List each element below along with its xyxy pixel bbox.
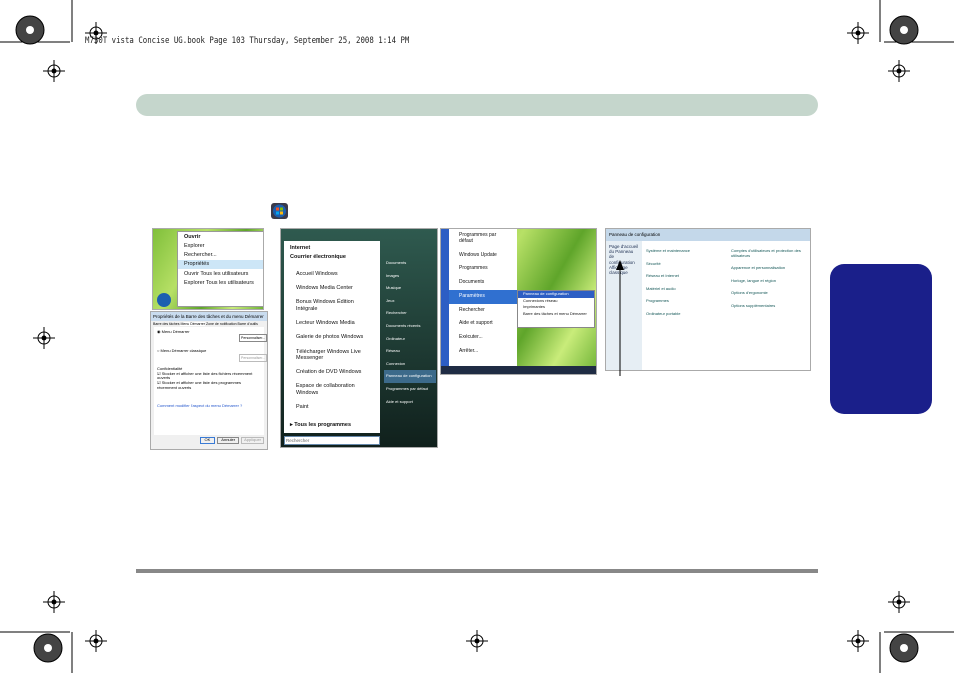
cancel-button[interactable]: Annuler	[217, 437, 240, 444]
context-menu: Ouvrir Explorer Rechercher... Propriétés…	[177, 231, 263, 307]
classic-item-default-programs[interactable]: Programmes par défaut	[449, 229, 517, 249]
tab-start-menu[interactable]: Menu Démarrer	[180, 322, 205, 327]
start-menu-screenshot: Internet Courrier électronique Accueil W…	[280, 228, 438, 448]
checkbox-recent-programs[interactable]: ☑ Stocker et afficher une liste des prog…	[157, 380, 261, 390]
menu-item-properties[interactable]: Propriétés	[178, 259, 263, 270]
submenu-control-panel[interactable]: Panneau de configuration	[518, 291, 594, 298]
start-right-music[interactable]: Musique	[384, 282, 436, 295]
start-item-live-messenger[interactable]: Télécharger Windows Live Messenger	[284, 345, 380, 366]
classic-item-shutdown[interactable]: Arrêter...	[449, 345, 517, 359]
dialog-title: Propriétés de la Barre des tâches et du …	[151, 312, 267, 321]
classic-item-documents[interactable]: Documents	[449, 276, 517, 290]
taskbar-properties-dialog: Propriétés de la Barre des tâches et du …	[150, 311, 268, 450]
start-right-pictures[interactable]: Images	[384, 270, 436, 283]
control-panel-screenshot: Panneau de configuration Page d'accueil …	[605, 228, 811, 371]
start-menu-right-pane: Documents Images Musique Jeux Rechercher…	[384, 257, 436, 408]
menu-item-open[interactable]: Ouvrir	[178, 232, 263, 241]
apply-button[interactable]: Appliquer	[241, 437, 264, 444]
start-right-search[interactable]: Rechercher	[384, 307, 436, 320]
taskbar	[441, 366, 596, 374]
start-item-email[interactable]: Courrier électronique	[284, 252, 380, 261]
cat-hardware[interactable]: Matériel et audio	[646, 283, 726, 296]
footer-rule	[136, 569, 818, 573]
classic-item-windows-update[interactable]: Windows Update	[449, 249, 517, 263]
tab-notification[interactable]: Zone de notification	[206, 322, 237, 326]
classic-item-programs[interactable]: Programmes	[449, 262, 517, 276]
start-right-control-panel[interactable]: Panneau de configuration	[384, 370, 436, 383]
classic-item-help[interactable]: Aide et support	[449, 317, 517, 331]
start-item-photo-gallery[interactable]: Galerie de photos Windows	[284, 330, 380, 344]
cat-users[interactable]: Comptes d'utilisateurs et protection des…	[731, 245, 809, 262]
start-right-games[interactable]: Jeux	[384, 295, 436, 308]
start-right-connect[interactable]: Connexion	[384, 358, 436, 371]
start-item-welcome[interactable]: Accueil Windows	[284, 267, 380, 281]
chapter-tab	[830, 264, 932, 414]
windows-start-icon	[271, 203, 288, 219]
start-item-meeting-space[interactable]: Espace de collaboration Windows	[284, 379, 380, 400]
start-menu-left-pane: Internet Courrier électronique Accueil W…	[284, 241, 380, 433]
control-panel-title: Panneau de configuration	[606, 229, 810, 241]
arrow-up-icon	[616, 260, 624, 376]
start-right-network[interactable]: Réseau	[384, 345, 436, 358]
customize-button-1[interactable]: Personnaliser...	[239, 334, 267, 343]
submenu-network[interactable]: Connexions réseau	[518, 298, 594, 305]
page-header-text: M730T vista Concise UG.book Page 103 Thu…	[85, 36, 410, 46]
cat-appearance[interactable]: Apparence et personnalisation	[731, 262, 809, 275]
settings-submenu: Panneau de configuration Connexions rése…	[517, 290, 595, 328]
menu-item-explore-all-users[interactable]: Explorer Tous les utilisateurs	[178, 279, 263, 288]
control-panel-cats-right: Comptes d'utilisateurs et protection des…	[731, 245, 809, 313]
submenu-printers[interactable]: Imprimantes	[518, 304, 594, 311]
cat-security[interactable]: Sécurité	[646, 258, 726, 271]
menu-item-open-all-users[interactable]: Ouvrir Tous les utilisateurs	[178, 269, 263, 278]
start-search-input[interactable]: Rechercher	[284, 436, 380, 445]
start-item-ultimate-extras[interactable]: Bonus Windows Édition Intégrale	[284, 295, 380, 316]
classic-item-search[interactable]: Rechercher	[449, 304, 517, 318]
classic-start-menu-screenshot: Programmes par défaut Windows Update Pro…	[440, 228, 597, 375]
control-panel-cats-left: Système et maintenance Sécurité Réseau e…	[646, 245, 726, 321]
tab-taskbar[interactable]: Barre des tâches	[153, 322, 179, 326]
classic-item-run[interactable]: Exécuter...	[449, 331, 517, 345]
cat-clock[interactable]: Horloge, langue et région	[731, 275, 809, 288]
vista-brand-strip	[441, 229, 449, 366]
tab-toolbars[interactable]: Barre d'outils	[238, 322, 258, 326]
cat-programs[interactable]: Programmes	[646, 295, 726, 308]
start-right-documents[interactable]: Documents	[384, 257, 436, 270]
start-right-computer[interactable]: Ordinateur	[384, 333, 436, 346]
ok-button[interactable]: OK	[199, 437, 216, 444]
start-item-internet[interactable]: Internet	[284, 243, 380, 252]
help-link[interactable]: Comment modifier l'aspect du menu Démarr…	[157, 404, 261, 409]
start-item-dvd-maker[interactable]: Création de DVD Windows	[284, 365, 380, 379]
start-item-paint[interactable]: Paint	[284, 400, 380, 414]
start-right-default-programs[interactable]: Programmes par défaut	[384, 383, 436, 396]
section-banner	[136, 94, 818, 116]
all-programs[interactable]: ▸ Tous les programmes	[284, 420, 380, 429]
radio-classic-menu[interactable]: ○ Menu Démarrer classique	[157, 348, 261, 354]
start-right-recent[interactable]: Documents récents	[384, 320, 436, 333]
start-right-help[interactable]: Aide et support	[384, 396, 436, 409]
menu-item-explore[interactable]: Explorer	[178, 241, 263, 250]
context-menu-screenshot: Ouvrir Explorer Rechercher... Propriétés…	[152, 228, 264, 310]
cat-network[interactable]: Réseau et Internet	[646, 270, 726, 283]
customize-button-2[interactable]: Personnaliser...	[239, 354, 267, 363]
menu-item-search[interactable]: Rechercher...	[178, 251, 263, 260]
cat-mobile[interactable]: Ordinateur portable	[646, 308, 726, 321]
classic-item-settings[interactable]: Paramètres	[449, 289, 517, 304]
cat-ease[interactable]: Options d'ergonomie	[731, 287, 809, 300]
start-orb-icon[interactable]	[157, 293, 171, 307]
classic-menu: Programmes par défaut Windows Update Pro…	[449, 229, 517, 366]
start-item-media-center[interactable]: Windows Media Center	[284, 281, 380, 295]
start-item-media-player[interactable]: Lecteur Windows Media	[284, 316, 380, 330]
cat-additional[interactable]: Options supplémentaires	[731, 300, 809, 313]
submenu-taskbar[interactable]: Barre des tâches et menu Démarrer	[518, 311, 594, 318]
cat-system[interactable]: Système et maintenance	[646, 245, 726, 258]
